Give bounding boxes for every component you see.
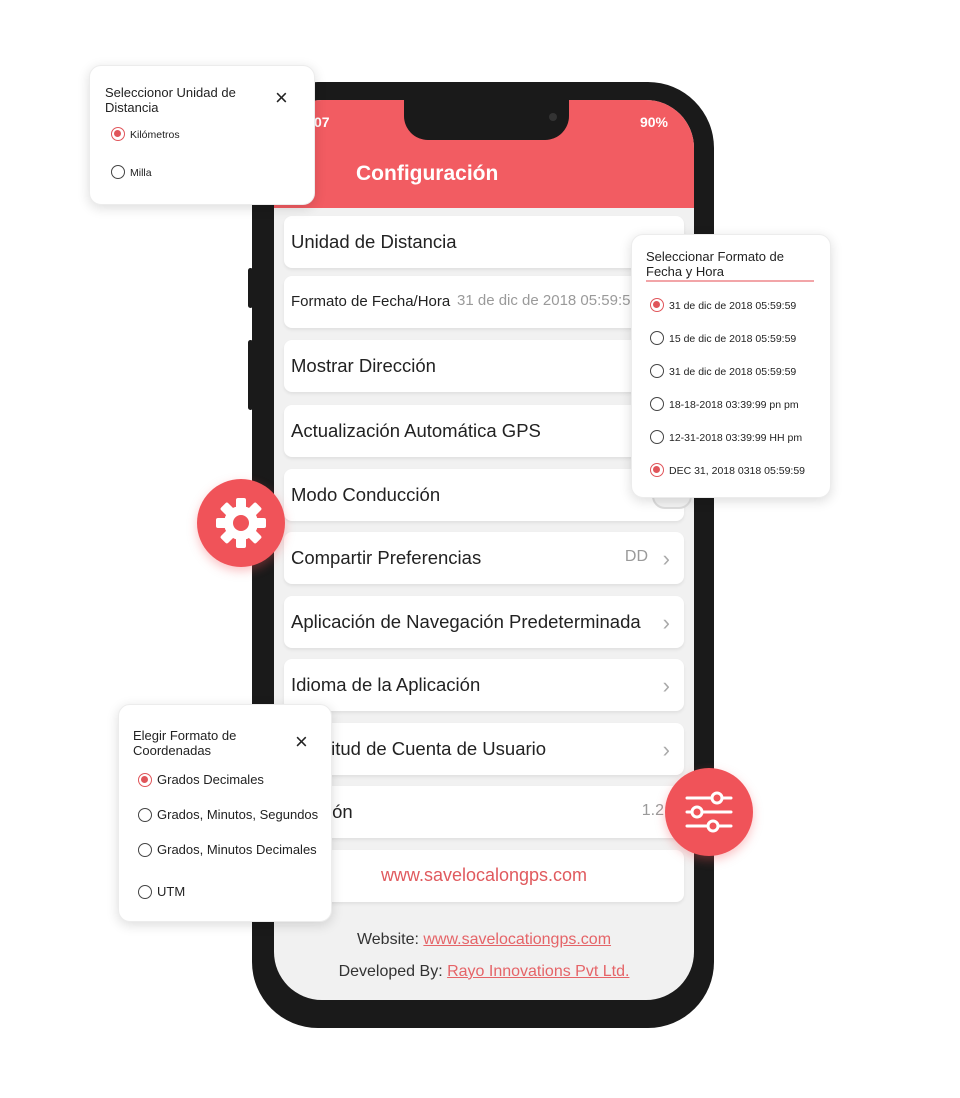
footer-website: Website: www.savelocationgps.com: [274, 931, 694, 949]
radio-button[interactable]: [111, 127, 125, 141]
radio-option[interactable]: 18-18-2018 03:39:99 pn pm: [650, 397, 799, 412]
dialog-title: Seleccionar Formato de Fecha y Hora: [646, 249, 785, 279]
phone-button: [248, 340, 253, 410]
radio-option[interactable]: 15 de dic de 2018 05:59:59: [650, 331, 796, 346]
dialog-title: Seleccionor Unidad de Distancia: [105, 85, 236, 115]
dialog-title: Elegir Formato de Coordenadas: [133, 728, 237, 758]
website-link[interactable]: www.savelocalongps.com: [284, 865, 684, 886]
setting-value: 31 de dic de 2018 05:59:59: [457, 292, 639, 309]
radio-button[interactable]: [650, 331, 664, 345]
radio-button[interactable]: [650, 463, 664, 477]
filters-fab[interactable]: [665, 768, 753, 856]
setting-value: 1.2: [641, 802, 664, 819]
radio-button[interactable]: [138, 884, 152, 899]
setting-date-format[interactable]: Formato de Fecha/Hora 31 de dic de 2018 …: [284, 276, 684, 328]
setting-label: Mostrar Dirección: [291, 355, 436, 376]
setting-label: Unidad de Distancia: [291, 231, 457, 252]
footer-website-label: Website:: [356, 931, 419, 948]
radio-option[interactable]: Kilómetros: [111, 127, 180, 142]
page-title: Configuración: [356, 162, 499, 185]
website-row[interactable]: www.savelocalongps.com: [284, 850, 684, 902]
setting-version: Versión 1.2: [284, 786, 684, 838]
setting-gps-auto-update[interactable]: Actualización Automática GPS: [284, 405, 692, 457]
radio-button[interactable]: [650, 364, 664, 378]
coordinate-format-dialog: Elegir Formato de Coordenadas × Grados D…: [118, 704, 332, 922]
status-time: 07: [314, 114, 330, 130]
title-underline: [646, 280, 814, 282]
sliders-icon: [685, 791, 733, 833]
radio-option[interactable]: 12-31-2018 03:39:99 HH pm: [650, 430, 802, 445]
setting-label: Formato de Fecha/Hora: [291, 293, 451, 310]
battery-level: 90%: [639, 114, 668, 130]
radio-option[interactable]: DEC 31, 2018 0318 05:59:59: [650, 463, 805, 478]
setting-share-preferences[interactable]: Compartir Preferencias DD ›: [284, 532, 684, 584]
radio-button[interactable]: [650, 397, 664, 411]
distance-unit-dialog: Seleccionor Unidad de Distancia × Kilóme…: [89, 65, 315, 205]
radio-button[interactable]: [650, 298, 664, 312]
close-icon[interactable]: ×: [295, 731, 308, 753]
radio-option[interactable]: 31 de dic de 2018 05:59:59: [650, 364, 796, 379]
app-bar: 07 90% Configuración: [274, 100, 694, 208]
setting-label: Compartir Preferencias: [291, 547, 482, 568]
radio-button[interactable]: [111, 165, 125, 179]
radio-option[interactable]: Milla: [111, 165, 152, 180]
gear-icon: [216, 498, 266, 548]
setting-distance-unit[interactable]: Unidad de Distancia K: [284, 216, 690, 268]
setting-value: DD: [624, 548, 648, 565]
setting-label: Aplicación de Navegación Predeterminada: [291, 611, 641, 632]
setting-driving-mode[interactable]: Modo Conducción: [284, 469, 692, 521]
settings-fab[interactable]: [197, 479, 285, 567]
footer-developer: Developed By: Rayo Innovations Pvt Ltd.: [274, 963, 694, 981]
radio-button[interactable]: [138, 772, 152, 787]
footer-website-link[interactable]: www.savelocationgps.com: [423, 931, 611, 948]
setting-label: Idioma de la Aplicación: [291, 674, 481, 695]
chevron-right-icon: ›: [662, 546, 670, 571]
radio-button[interactable]: [650, 430, 664, 444]
phone-screen: 07 90% Configuración Unidad de Distancia…: [274, 100, 694, 1000]
radio-button[interactable]: [138, 807, 152, 822]
setting-user-account-request[interactable]: Solicitud de Cuenta de Usuario ›: [284, 723, 684, 775]
chevron-right-icon: ›: [662, 610, 670, 635]
radio-option[interactable]: Grados, Minutos, Segundos: [138, 807, 318, 823]
footer-developer-label: Developed By:: [338, 963, 443, 980]
notch: [404, 100, 569, 140]
close-icon[interactable]: ×: [275, 87, 288, 109]
setting-show-address[interactable]: Mostrar Dirección: [284, 340, 692, 392]
radio-option[interactable]: Grados Decimales: [138, 772, 264, 788]
footer-developer-link[interactable]: Rayo Innovations Pvt Ltd.: [447, 963, 629, 980]
chevron-right-icon: ›: [662, 737, 670, 762]
date-format-dialog: Seleccionar Formato de Fecha y Hora 31 d…: [631, 234, 831, 498]
radio-option[interactable]: 31 de dic de 2018 05:59:59: [650, 298, 796, 313]
radio-option[interactable]: Grados, Minutos Decimales: [138, 842, 317, 858]
radio-button[interactable]: [138, 842, 152, 857]
radio-option[interactable]: UTM: [138, 884, 185, 900]
phone-button: [248, 268, 253, 308]
setting-label: Actualización Automática GPS: [291, 420, 541, 441]
setting-default-navigation-app[interactable]: Aplicación de Navegación Predeterminada …: [284, 596, 684, 648]
setting-label: Modo Conducción: [291, 484, 441, 505]
setting-app-language[interactable]: Idioma de la Aplicación ›: [284, 659, 684, 711]
chevron-right-icon: ›: [662, 673, 670, 698]
